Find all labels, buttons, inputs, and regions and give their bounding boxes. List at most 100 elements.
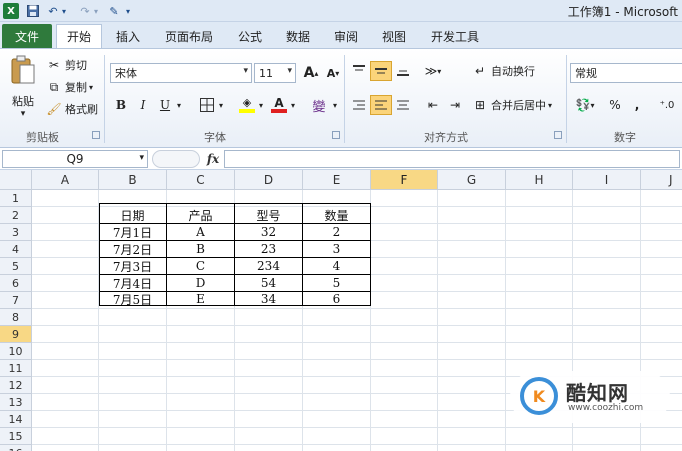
font-name-select[interactable]: 宋体 ▾ [110, 63, 252, 83]
tab-file[interactable]: 文件 [2, 24, 52, 48]
undo-dropdown-icon[interactable]: ▾ [60, 3, 68, 19]
number-format-select[interactable]: 常规 [570, 63, 682, 83]
clipboard-launcher-icon[interactable] [92, 131, 100, 139]
merge-center-button[interactable]: ⊞ 合并后居中 ▾ [472, 97, 552, 113]
column-header-F[interactable]: F [371, 170, 438, 190]
table-cell-date[interactable]: 7月1日 [99, 224, 166, 240]
column-header-D[interactable]: D [235, 170, 303, 190]
redo-dropdown-icon[interactable]: ▾ [92, 3, 100, 19]
decrease-indent-button[interactable]: ⇤ [422, 95, 444, 115]
column-header-A[interactable]: A [32, 170, 99, 190]
phonetic-dropdown-icon[interactable]: ▾ [330, 95, 340, 115]
table-header-cell[interactable]: 产品 [167, 207, 234, 223]
fill-color-button[interactable]: ◈ [236, 95, 258, 115]
grow-font-button[interactable]: A ▴ [300, 63, 322, 83]
underline-dropdown-icon[interactable]: ▾ [174, 95, 184, 115]
align-middle-button[interactable] [370, 61, 392, 81]
table-cell-quantity[interactable]: 6 [303, 292, 370, 306]
table-cell-model[interactable]: 34 [235, 292, 302, 306]
table-cell-date[interactable]: 7月3日 [99, 258, 166, 274]
table-header-cell[interactable]: 型号 [235, 207, 302, 223]
column-header-I[interactable]: I [573, 170, 641, 190]
row-header[interactable]: 1 [0, 190, 32, 207]
align-top-button[interactable] [348, 61, 370, 81]
table-cell-model[interactable]: 234 [235, 258, 302, 274]
tab-view[interactable]: 视图 [372, 24, 416, 48]
font-launcher-icon[interactable] [332, 131, 340, 139]
tab-formulas[interactable]: 公式 [228, 24, 272, 48]
wrap-text-button[interactable]: ↵ 自动换行 [472, 63, 535, 79]
font-color-dropdown-icon[interactable]: ▾ [288, 95, 298, 115]
formula-input[interactable] [224, 150, 680, 168]
tab-page-layout[interactable]: 页面布局 [156, 24, 222, 48]
increase-decimal-button[interactable]: ⁺.0 [652, 95, 682, 115]
row-header[interactable]: 16 [0, 445, 32, 451]
increase-indent-button[interactable]: ⇥ [444, 95, 466, 115]
font-color-button[interactable]: A [268, 95, 290, 115]
align-bottom-button[interactable] [392, 61, 414, 81]
orientation-button[interactable]: ≫ ▾ [420, 61, 446, 81]
save-icon[interactable] [26, 3, 40, 19]
tab-review[interactable]: 审阅 [324, 24, 368, 48]
table-cell-model[interactable]: 32 [235, 224, 302, 240]
column-header-C[interactable]: C [167, 170, 235, 190]
bold-button[interactable]: B [110, 95, 132, 115]
table-cell-product[interactable]: E [167, 292, 234, 306]
table-header-cell[interactable]: 日期 [99, 207, 166, 223]
tab-home[interactable]: 开始 [56, 24, 102, 48]
row-header[interactable]: 13 [0, 394, 32, 411]
table-cell-quantity[interactable]: 4 [303, 258, 370, 274]
table-cell-product[interactable]: C [167, 258, 234, 274]
undo-icon[interactable]: ↶ [46, 3, 60, 19]
copy-button[interactable]: ⧉ 复制 ▾ [46, 79, 93, 95]
phonetic-button[interactable]: 變 [306, 95, 332, 115]
fill-color-dropdown-icon[interactable]: ▾ [256, 95, 266, 115]
align-left-button[interactable] [370, 95, 392, 115]
comma-style-button[interactable]: , [626, 95, 648, 115]
row-header[interactable]: 11 [0, 360, 32, 377]
row-header[interactable]: 2 [0, 207, 32, 224]
table-cell-quantity[interactable]: 5 [303, 275, 370, 291]
percent-button[interactable]: % [604, 95, 626, 115]
redo-icon[interactable]: ↷ [78, 3, 92, 19]
table-cell-product[interactable]: A [167, 224, 234, 240]
align-right-button[interactable] [348, 95, 370, 115]
borders-dropdown-icon[interactable]: ▾ [216, 95, 226, 115]
tab-data[interactable]: 数据 [276, 24, 320, 48]
row-header[interactable]: 3 [0, 224, 32, 241]
select-all-corner[interactable] [0, 170, 32, 190]
row-header[interactable]: 7 [0, 292, 32, 309]
italic-button[interactable]: I [132, 95, 154, 115]
paste-button[interactable]: 粘贴 ▾ [6, 55, 40, 125]
table-cell-product[interactable]: D [167, 275, 234, 291]
table-cell-model[interactable]: 23 [235, 241, 302, 257]
column-header-B[interactable]: B [99, 170, 167, 190]
table-cell-model[interactable]: 54 [235, 275, 302, 291]
row-header[interactable]: 14 [0, 411, 32, 428]
align-center-button[interactable] [392, 95, 414, 115]
row-header[interactable]: 8 [0, 309, 32, 326]
table-cell-quantity[interactable]: 3 [303, 241, 370, 257]
row-header[interactable]: 15 [0, 428, 32, 445]
customize-icon[interactable]: ▾ [124, 3, 132, 19]
column-header-J[interactable]: J [641, 170, 682, 190]
accounting-format-button[interactable]: 💱 ▾ [572, 95, 598, 115]
excel-logo-icon[interactable]: X [3, 3, 19, 19]
font-size-select[interactable]: 11 ▾ [254, 63, 296, 83]
underline-button[interactable]: U [154, 95, 176, 115]
tab-developer[interactable]: 开发工具 [422, 24, 488, 48]
tab-insert[interactable]: 插入 [106, 24, 150, 48]
row-header[interactable]: 5 [0, 258, 32, 275]
table-cell-date[interactable]: 7月4日 [99, 275, 166, 291]
name-box[interactable]: Q9 ▾ [2, 150, 148, 168]
row-header[interactable]: 4 [0, 241, 32, 258]
table-cell-date[interactable]: 7月2日 [99, 241, 166, 257]
column-header-H[interactable]: H [506, 170, 573, 190]
row-header[interactable]: 6 [0, 275, 32, 292]
column-header-G[interactable]: G [438, 170, 506, 190]
fx-icon[interactable]: fx [204, 150, 222, 168]
column-header-E[interactable]: E [303, 170, 371, 190]
format-painter-button[interactable]: 🖌 格式刷 [46, 101, 98, 117]
table-header-cell[interactable]: 数量 [303, 207, 370, 223]
row-header-selected[interactable]: 9 [0, 326, 32, 343]
